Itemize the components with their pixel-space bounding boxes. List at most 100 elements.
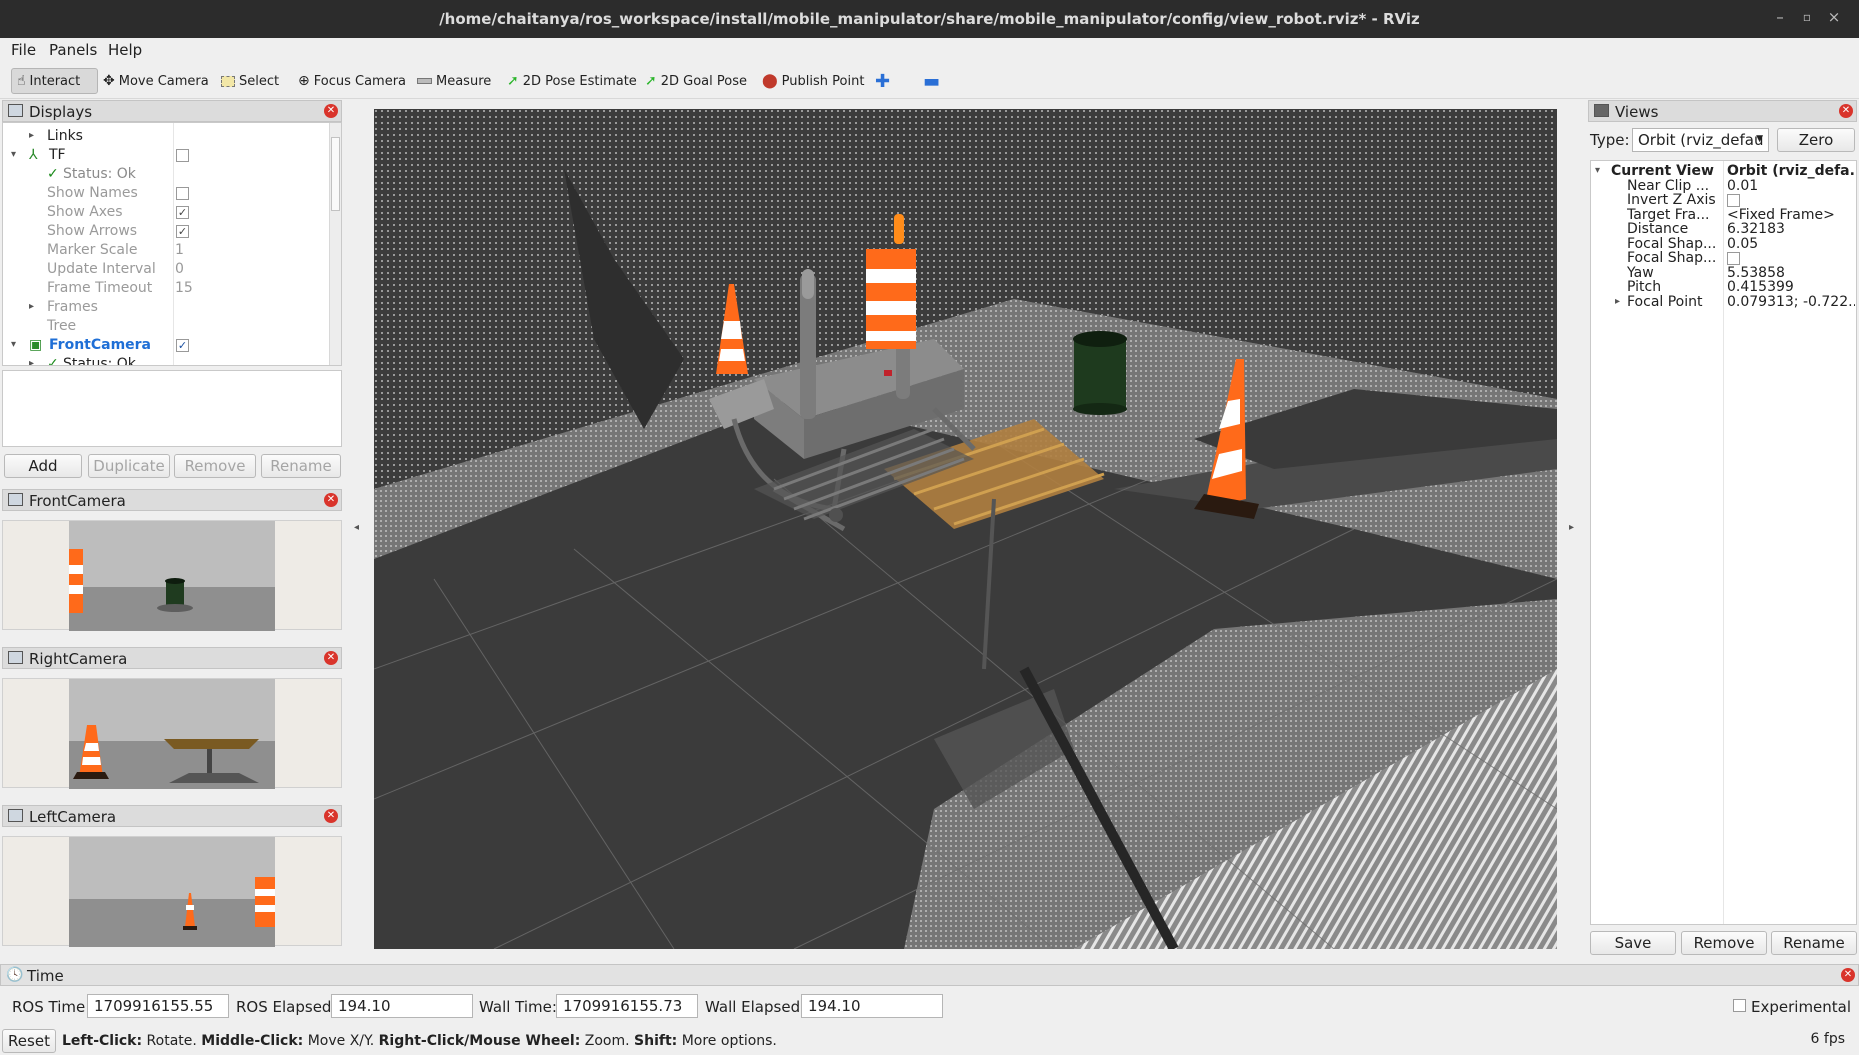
view-prop-checkbox[interactable]: [1727, 194, 1740, 207]
display-row-frames[interactable]: ▸ Frames: [3, 298, 333, 317]
close-icon[interactable]: ✕: [1839, 104, 1853, 118]
display-checkbox[interactable]: ✓: [176, 339, 189, 352]
collapse-right-icon[interactable]: ▸: [1569, 522, 1574, 533]
display-row-status-ok[interactable]: ▸ ✓ Status: Ok: [3, 355, 333, 365]
display-row-update-interval[interactable]: Update Interval 0: [3, 260, 333, 279]
minimize-icon[interactable]: –: [1770, 8, 1790, 26]
ros-time-label: ROS Time:: [12, 998, 91, 1016]
3d-scene[interactable]: [374, 109, 1557, 949]
green-arrow-icon: ➚: [645, 73, 657, 89]
view-prop-value[interactable]: 0.079313; -0.722...: [1727, 294, 1855, 310]
display-checkbox[interactable]: ✓: [176, 225, 189, 238]
ros-elapsed-label: ROS Elapsed:: [236, 998, 337, 1016]
close-icon[interactable]: ✕: [324, 493, 338, 507]
display-checkbox[interactable]: ✓: [176, 206, 189, 219]
display-row-label: Show Arrows: [47, 223, 138, 239]
collapsed-arrow-icon[interactable]: ▸: [29, 130, 34, 141]
expanded-arrow-icon[interactable]: ▾: [11, 339, 16, 350]
focus-camera-tool-button[interactable]: ⊕ Focus Camera: [293, 68, 411, 94]
window-titlebar: /home/chaitanya/ros_workspace/install/mo…: [0, 0, 1859, 38]
video-camera-icon: [1594, 104, 1609, 117]
remove-view-button[interactable]: Remove: [1681, 931, 1767, 955]
expanded-arrow-icon[interactable]: ▾: [11, 149, 16, 160]
display-row-marker-scale[interactable]: Marker Scale 1: [3, 241, 333, 260]
clock-icon: 🕓: [6, 967, 24, 983]
tf-icon: ⅄: [29, 147, 38, 163]
add-tool-plus-icon[interactable]: ✚: [870, 68, 895, 94]
select-tool-button[interactable]: Select: [216, 68, 284, 94]
display-row-show-arrows[interactable]: Show Arrows ✓: [3, 222, 333, 241]
ros-elapsed-field[interactable]: 194.10: [331, 994, 473, 1018]
fps-counter: 6 fps: [1810, 1031, 1845, 1047]
left-camera-panel-header: LeftCamera ✕: [2, 805, 342, 827]
display-row-label: Frame Timeout: [47, 280, 153, 296]
display-row-label: Status: Ok: [63, 166, 136, 182]
display-checkbox[interactable]: [176, 187, 189, 200]
display-checkbox[interactable]: [176, 149, 189, 162]
collapsed-arrow-icon[interactable]: ▸: [1615, 296, 1620, 307]
front-camera-image: [69, 521, 275, 631]
duplicate-display-button[interactable]: Duplicate: [88, 454, 170, 478]
displays-title: Displays: [29, 103, 93, 121]
add-display-button[interactable]: Add: [4, 454, 82, 478]
menu-panels[interactable]: Panels: [49, 41, 97, 59]
close-icon[interactable]: ✕: [324, 651, 338, 665]
left-camera-view: [2, 836, 342, 947]
pointer-icon: ☝: [17, 73, 26, 89]
remove-display-button[interactable]: Remove: [174, 454, 256, 478]
experimental-checkbox[interactable]: [1733, 999, 1746, 1012]
expanded-arrow-icon[interactable]: ▾: [1595, 165, 1600, 176]
move-camera-tool-button[interactable]: ✥ Move Camera: [98, 68, 214, 94]
collapsed-arrow-icon[interactable]: ▸: [29, 301, 34, 312]
map-pin-icon: ⬤: [762, 73, 778, 89]
display-row-frontcamera[interactable]: ▾ ▣ FrontCamera ✓: [3, 336, 333, 355]
close-icon[interactable]: ✕: [1841, 968, 1855, 982]
display-row-show-axes[interactable]: Show Axes ✓: [3, 203, 333, 222]
display-row-label: Frames: [47, 299, 98, 315]
2d-goal-pose-tool-button[interactable]: ➚ 2D Goal Pose: [640, 68, 752, 94]
display-row-value[interactable]: 15: [175, 280, 193, 296]
remove-tool-minus-icon[interactable]: ▬: [918, 68, 945, 94]
rename-view-button[interactable]: Rename: [1771, 931, 1857, 955]
close-icon[interactable]: ✕: [324, 809, 338, 823]
display-row-links[interactable]: ▸ Links: [3, 127, 333, 146]
collapsed-arrow-icon[interactable]: ▸: [29, 358, 34, 365]
close-icon[interactable]: ✕: [324, 104, 338, 118]
display-row-label: Marker Scale: [47, 242, 138, 258]
display-row-value[interactable]: 0: [175, 261, 184, 277]
rename-display-button[interactable]: Rename: [261, 454, 341, 478]
wall-time-field[interactable]: 1709916155.73: [556, 994, 698, 1018]
monitor-icon: [8, 104, 23, 117]
wall-elapsed-field[interactable]: 194.10: [801, 994, 943, 1018]
camera-icon: [8, 809, 23, 822]
view-properties-tree[interactable]: ▾ Current View Orbit (rviz_defa... Near Cli…: [1590, 160, 1857, 925]
reset-button[interactable]: Reset: [2, 1029, 56, 1053]
measure-tool-button[interactable]: Measure: [412, 68, 496, 94]
close-icon[interactable]: ×: [1824, 8, 1844, 26]
2d-pose-estimate-tool-button[interactable]: ➚ 2D Pose Estimate: [502, 68, 642, 94]
right-camera-image: [69, 679, 275, 789]
display-row-label: Links: [47, 128, 83, 144]
view-type-select[interactable]: Orbit (rviz_defau ▼: [1632, 128, 1769, 152]
display-row-frame-timeout[interactable]: Frame Timeout 15: [3, 279, 333, 298]
collapse-left-icon[interactable]: ◂: [354, 522, 359, 533]
view-prop-checkbox[interactable]: [1727, 252, 1740, 265]
publish-point-tool-button[interactable]: ⬤ Publish Point: [757, 68, 869, 94]
ros-time-field[interactable]: 1709916155.55: [87, 994, 229, 1018]
display-row-tf[interactable]: ▾ ⅄ TF: [3, 146, 333, 165]
displays-tree[interactable]: ▸ Links ▾ ⅄ TF ✓ Status: Ok Show Names Show Axes…: [2, 122, 342, 366]
3d-render-viewport[interactable]: [374, 109, 1557, 949]
zero-view-button[interactable]: Zero: [1777, 128, 1855, 152]
menu-help[interactable]: Help: [108, 41, 142, 59]
menu-file[interactable]: File: [11, 41, 36, 59]
view-prop-row-focal-point[interactable]: ▸ Focal Point 0.079313; -0.722...: [1591, 294, 1856, 311]
display-row-value[interactable]: 1: [175, 242, 184, 258]
wall-elapsed-label: Wall Elapsed:: [705, 998, 806, 1016]
save-view-button[interactable]: Save: [1590, 931, 1676, 955]
display-row-tree[interactable]: Tree: [3, 317, 333, 336]
maximize-icon[interactable]: ▫: [1797, 10, 1817, 24]
interact-tool-button[interactable]: ☝ Interact: [11, 68, 98, 94]
display-row-status-ok[interactable]: ✓ Status: Ok: [3, 165, 333, 184]
display-row-show-names[interactable]: Show Names: [3, 184, 333, 203]
traffic-drum: [866, 249, 916, 349]
